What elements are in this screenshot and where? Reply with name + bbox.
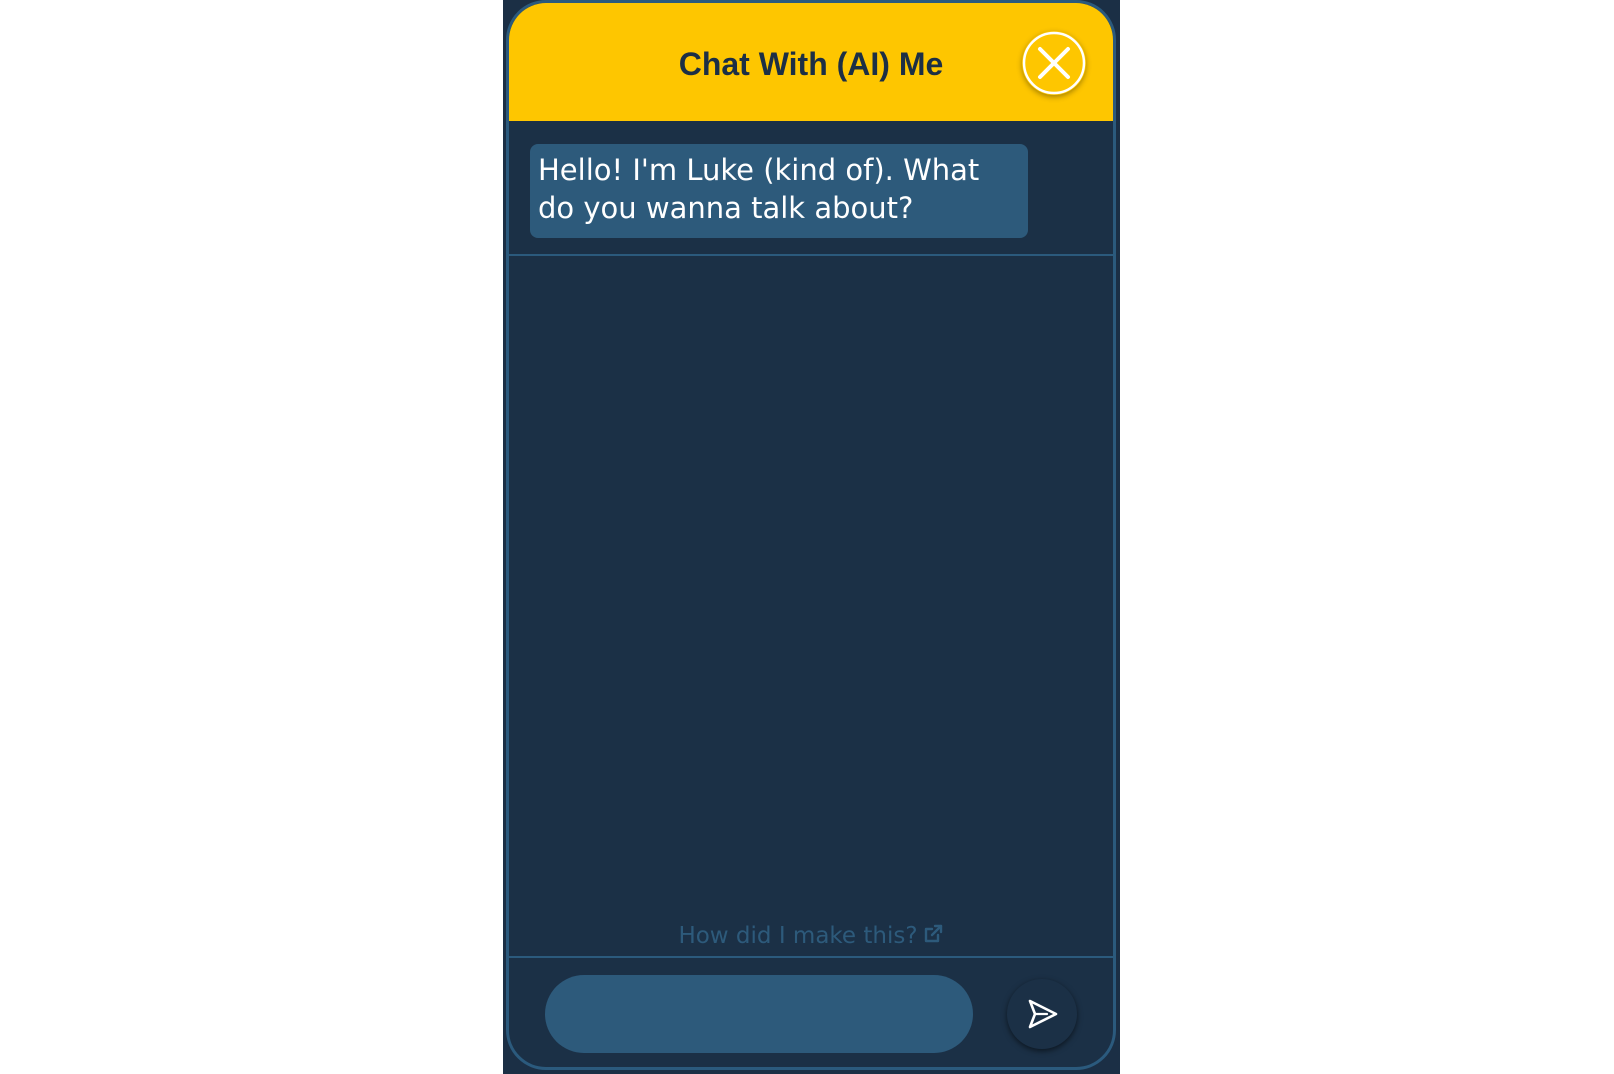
external-link-icon <box>922 923 944 953</box>
message-input[interactable] <box>545 975 973 1053</box>
chat-header: Chat With (AI) Me <box>509 3 1113 121</box>
how-made-link[interactable]: How did I make this? <box>509 921 1113 953</box>
bot-message-bubble: Hello! I'm Luke (kind of). What do you w… <box>530 144 1028 238</box>
send-button[interactable] <box>1007 979 1077 1049</box>
close-icon <box>1022 31 1086 95</box>
message-list: Hello! I'm Luke (kind of). What do you w… <box>509 121 1113 256</box>
send-icon <box>1028 999 1058 1029</box>
footer-divider <box>509 956 1113 958</box>
close-button[interactable] <box>1022 31 1086 95</box>
how-made-link-label: How did I make this? <box>678 923 918 949</box>
chat-window: Chat With (AI) Me Hello! I'm Luke (kind … <box>506 0 1116 1070</box>
